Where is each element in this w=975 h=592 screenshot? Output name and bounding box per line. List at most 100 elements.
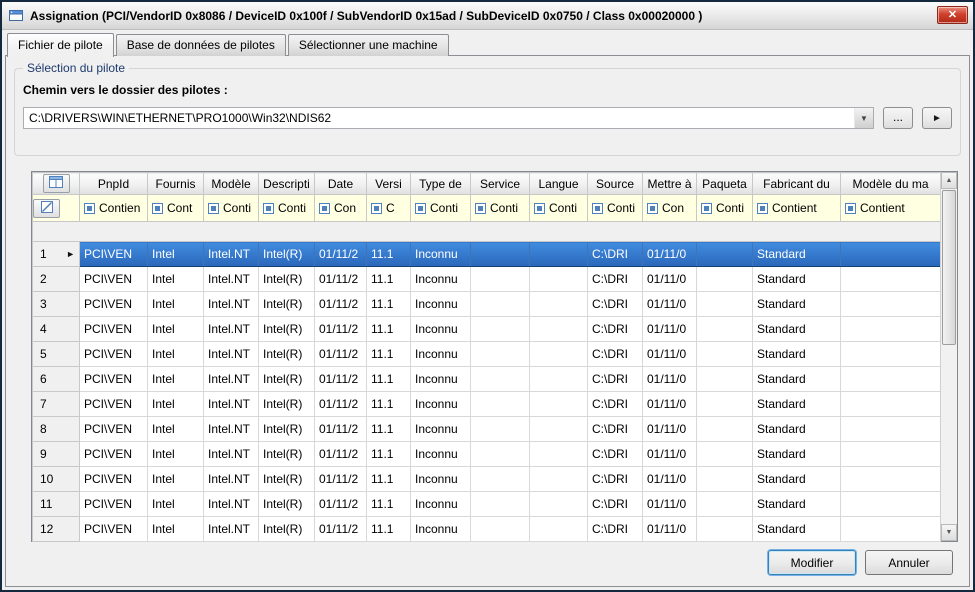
cell-type-de[interactable]: Inconnu [411, 467, 471, 492]
cell-mod-le[interactable]: Intel.NT [204, 292, 259, 317]
cell-service[interactable] [471, 267, 530, 292]
filter-checkbox-icon[interactable] [845, 203, 856, 214]
cell-descripti[interactable]: Intel(R) [259, 267, 315, 292]
row-header-12[interactable]: 12 [33, 517, 80, 542]
cell-pnpid[interactable]: PCI\VEN [80, 342, 148, 367]
cell-descripti[interactable]: Intel(R) [259, 367, 315, 392]
table-row[interactable]: 8PCI\VENIntelIntel.NTIntel(R)01/11/211.1… [33, 417, 941, 442]
cell-langue[interactable] [530, 392, 588, 417]
cell-fournis[interactable]: Intel [148, 392, 204, 417]
table-row[interactable]: 6PCI\VENIntelIntel.NTIntel(R)01/11/211.1… [33, 367, 941, 392]
cell-mettre[interactable]: 01/11/0 [643, 292, 697, 317]
cell-descripti[interactable]: Intel(R) [259, 317, 315, 342]
cell-type-de[interactable]: Inconnu [411, 367, 471, 392]
table-row[interactable]: 5PCI\VENIntelIntel.NTIntel(R)01/11/211.1… [33, 342, 941, 367]
table-row[interactable]: 1►PCI\VENIntelIntel.NTIntel(R)01/11/211.… [33, 242, 941, 267]
column-header-pnpid[interactable]: PnpId [80, 173, 148, 195]
filter-checkbox-icon[interactable] [475, 203, 486, 214]
filter-cell-date[interactable]: Con [315, 195, 367, 222]
cell-mod-le-du-ma[interactable] [841, 417, 941, 442]
cell-service[interactable] [471, 442, 530, 467]
combobox-dropdown-button[interactable]: ▼ [854, 108, 873, 128]
cell-mod-le-du-ma[interactable] [841, 317, 941, 342]
cell-fabricant-du[interactable]: Standard [753, 242, 841, 267]
cell-date[interactable]: 01/11/2 [315, 242, 367, 267]
cell-fabricant-du[interactable]: Standard [753, 392, 841, 417]
cell-date[interactable]: 01/11/2 [315, 442, 367, 467]
cell-mettre[interactable]: 01/11/0 [643, 492, 697, 517]
filter-checkbox-icon[interactable] [647, 203, 658, 214]
cell-versi[interactable]: 11.1 [367, 292, 411, 317]
cell-service[interactable] [471, 317, 530, 342]
cell-fournis[interactable]: Intel [148, 442, 204, 467]
column-header-fabricant-du[interactable]: Fabricant du [753, 173, 841, 195]
column-header-descripti[interactable]: Descripti [259, 173, 315, 195]
cell-date[interactable]: 01/11/2 [315, 417, 367, 442]
titlebar[interactable]: Assignation (PCI/VendorID 0x8086 / Devic… [2, 2, 973, 30]
column-header-type-de[interactable]: Type de [411, 173, 471, 195]
cell-fournis[interactable]: Intel [148, 342, 204, 367]
filter-cell-mettre[interactable]: Con [643, 195, 697, 222]
cell-pnpid[interactable]: PCI\VEN [80, 367, 148, 392]
filter-cell-mod-le[interactable]: Conti [204, 195, 259, 222]
cell-langue[interactable] [530, 517, 588, 542]
cell-fabricant-du[interactable]: Standard [753, 267, 841, 292]
cell-mettre[interactable]: 01/11/0 [643, 317, 697, 342]
cell-langue[interactable] [530, 342, 588, 367]
cell-langue[interactable] [530, 467, 588, 492]
cell-mod-le[interactable]: Intel.NT [204, 267, 259, 292]
cell-paqueta[interactable] [697, 417, 753, 442]
cell-mod-le-du-ma[interactable] [841, 367, 941, 392]
cell-mod-le-du-ma[interactable] [841, 242, 941, 267]
cell-date[interactable]: 01/11/2 [315, 517, 367, 542]
tab-fichier-de-pilote[interactable]: Fichier de pilote [7, 33, 114, 57]
cell-service[interactable] [471, 417, 530, 442]
filter-cell-descripti[interactable]: Conti [259, 195, 315, 222]
cell-paqueta[interactable] [697, 467, 753, 492]
cell-source[interactable]: C:\DRI [588, 317, 643, 342]
filter-checkbox-icon[interactable] [592, 203, 603, 214]
cell-mod-le-du-ma[interactable] [841, 467, 941, 492]
cell-fournis[interactable]: Intel [148, 517, 204, 542]
row-header-3[interactable]: 3 [33, 292, 80, 317]
cell-mod-le[interactable]: Intel.NT [204, 467, 259, 492]
table-row[interactable]: 2PCI\VENIntelIntel.NTIntel(R)01/11/211.1… [33, 267, 941, 292]
table-row[interactable]: 9PCI\VENIntelIntel.NTIntel(R)01/11/211.1… [33, 442, 941, 467]
cell-date[interactable]: 01/11/2 [315, 467, 367, 492]
cell-versi[interactable]: 11.1 [367, 392, 411, 417]
cell-descripti[interactable]: Intel(R) [259, 242, 315, 267]
cell-descripti[interactable]: Intel(R) [259, 492, 315, 517]
cell-mettre[interactable]: 01/11/0 [643, 342, 697, 367]
cell-service[interactable] [471, 292, 530, 317]
cell-pnpid[interactable]: PCI\VEN [80, 317, 148, 342]
apply-path-button[interactable]: ► [922, 107, 952, 129]
scrollbar-thumb[interactable] [942, 190, 956, 345]
filter-cell-fournis[interactable]: Cont [148, 195, 204, 222]
cell-mod-le[interactable]: Intel.NT [204, 317, 259, 342]
cell-source[interactable]: C:\DRI [588, 467, 643, 492]
cell-mettre[interactable]: 01/11/0 [643, 367, 697, 392]
cell-descripti[interactable]: Intel(R) [259, 517, 315, 542]
cell-paqueta[interactable] [697, 492, 753, 517]
cell-date[interactable]: 01/11/2 [315, 492, 367, 517]
table-row[interactable]: 3PCI\VENIntelIntel.NTIntel(R)01/11/211.1… [33, 292, 941, 317]
cell-mettre[interactable]: 01/11/0 [643, 417, 697, 442]
cell-service[interactable] [471, 467, 530, 492]
cell-source[interactable]: C:\DRI [588, 392, 643, 417]
row-header-10[interactable]: 10 [33, 467, 80, 492]
cell-mod-le-du-ma[interactable] [841, 392, 941, 417]
cell-date[interactable]: 01/11/2 [315, 317, 367, 342]
cell-type-de[interactable]: Inconnu [411, 392, 471, 417]
cell-mettre[interactable]: 01/11/0 [643, 392, 697, 417]
cell-mettre[interactable]: 01/11/0 [643, 442, 697, 467]
table-row[interactable]: 4PCI\VENIntelIntel.NTIntel(R)01/11/211.1… [33, 317, 941, 342]
cell-versi[interactable]: 11.1 [367, 317, 411, 342]
close-button[interactable]: ✕ [937, 6, 968, 24]
cell-type-de[interactable]: Inconnu [411, 492, 471, 517]
cancel-button[interactable]: Annuler [865, 550, 953, 575]
filter-checkbox-icon[interactable] [757, 203, 768, 214]
cell-paqueta[interactable] [697, 267, 753, 292]
filter-cell-source[interactable]: Conti [588, 195, 643, 222]
tab-base-de-donnees-de-pilotes[interactable]: Base de données de pilotes [116, 34, 286, 56]
scroll-down-button[interactable]: ▼ [941, 524, 957, 541]
